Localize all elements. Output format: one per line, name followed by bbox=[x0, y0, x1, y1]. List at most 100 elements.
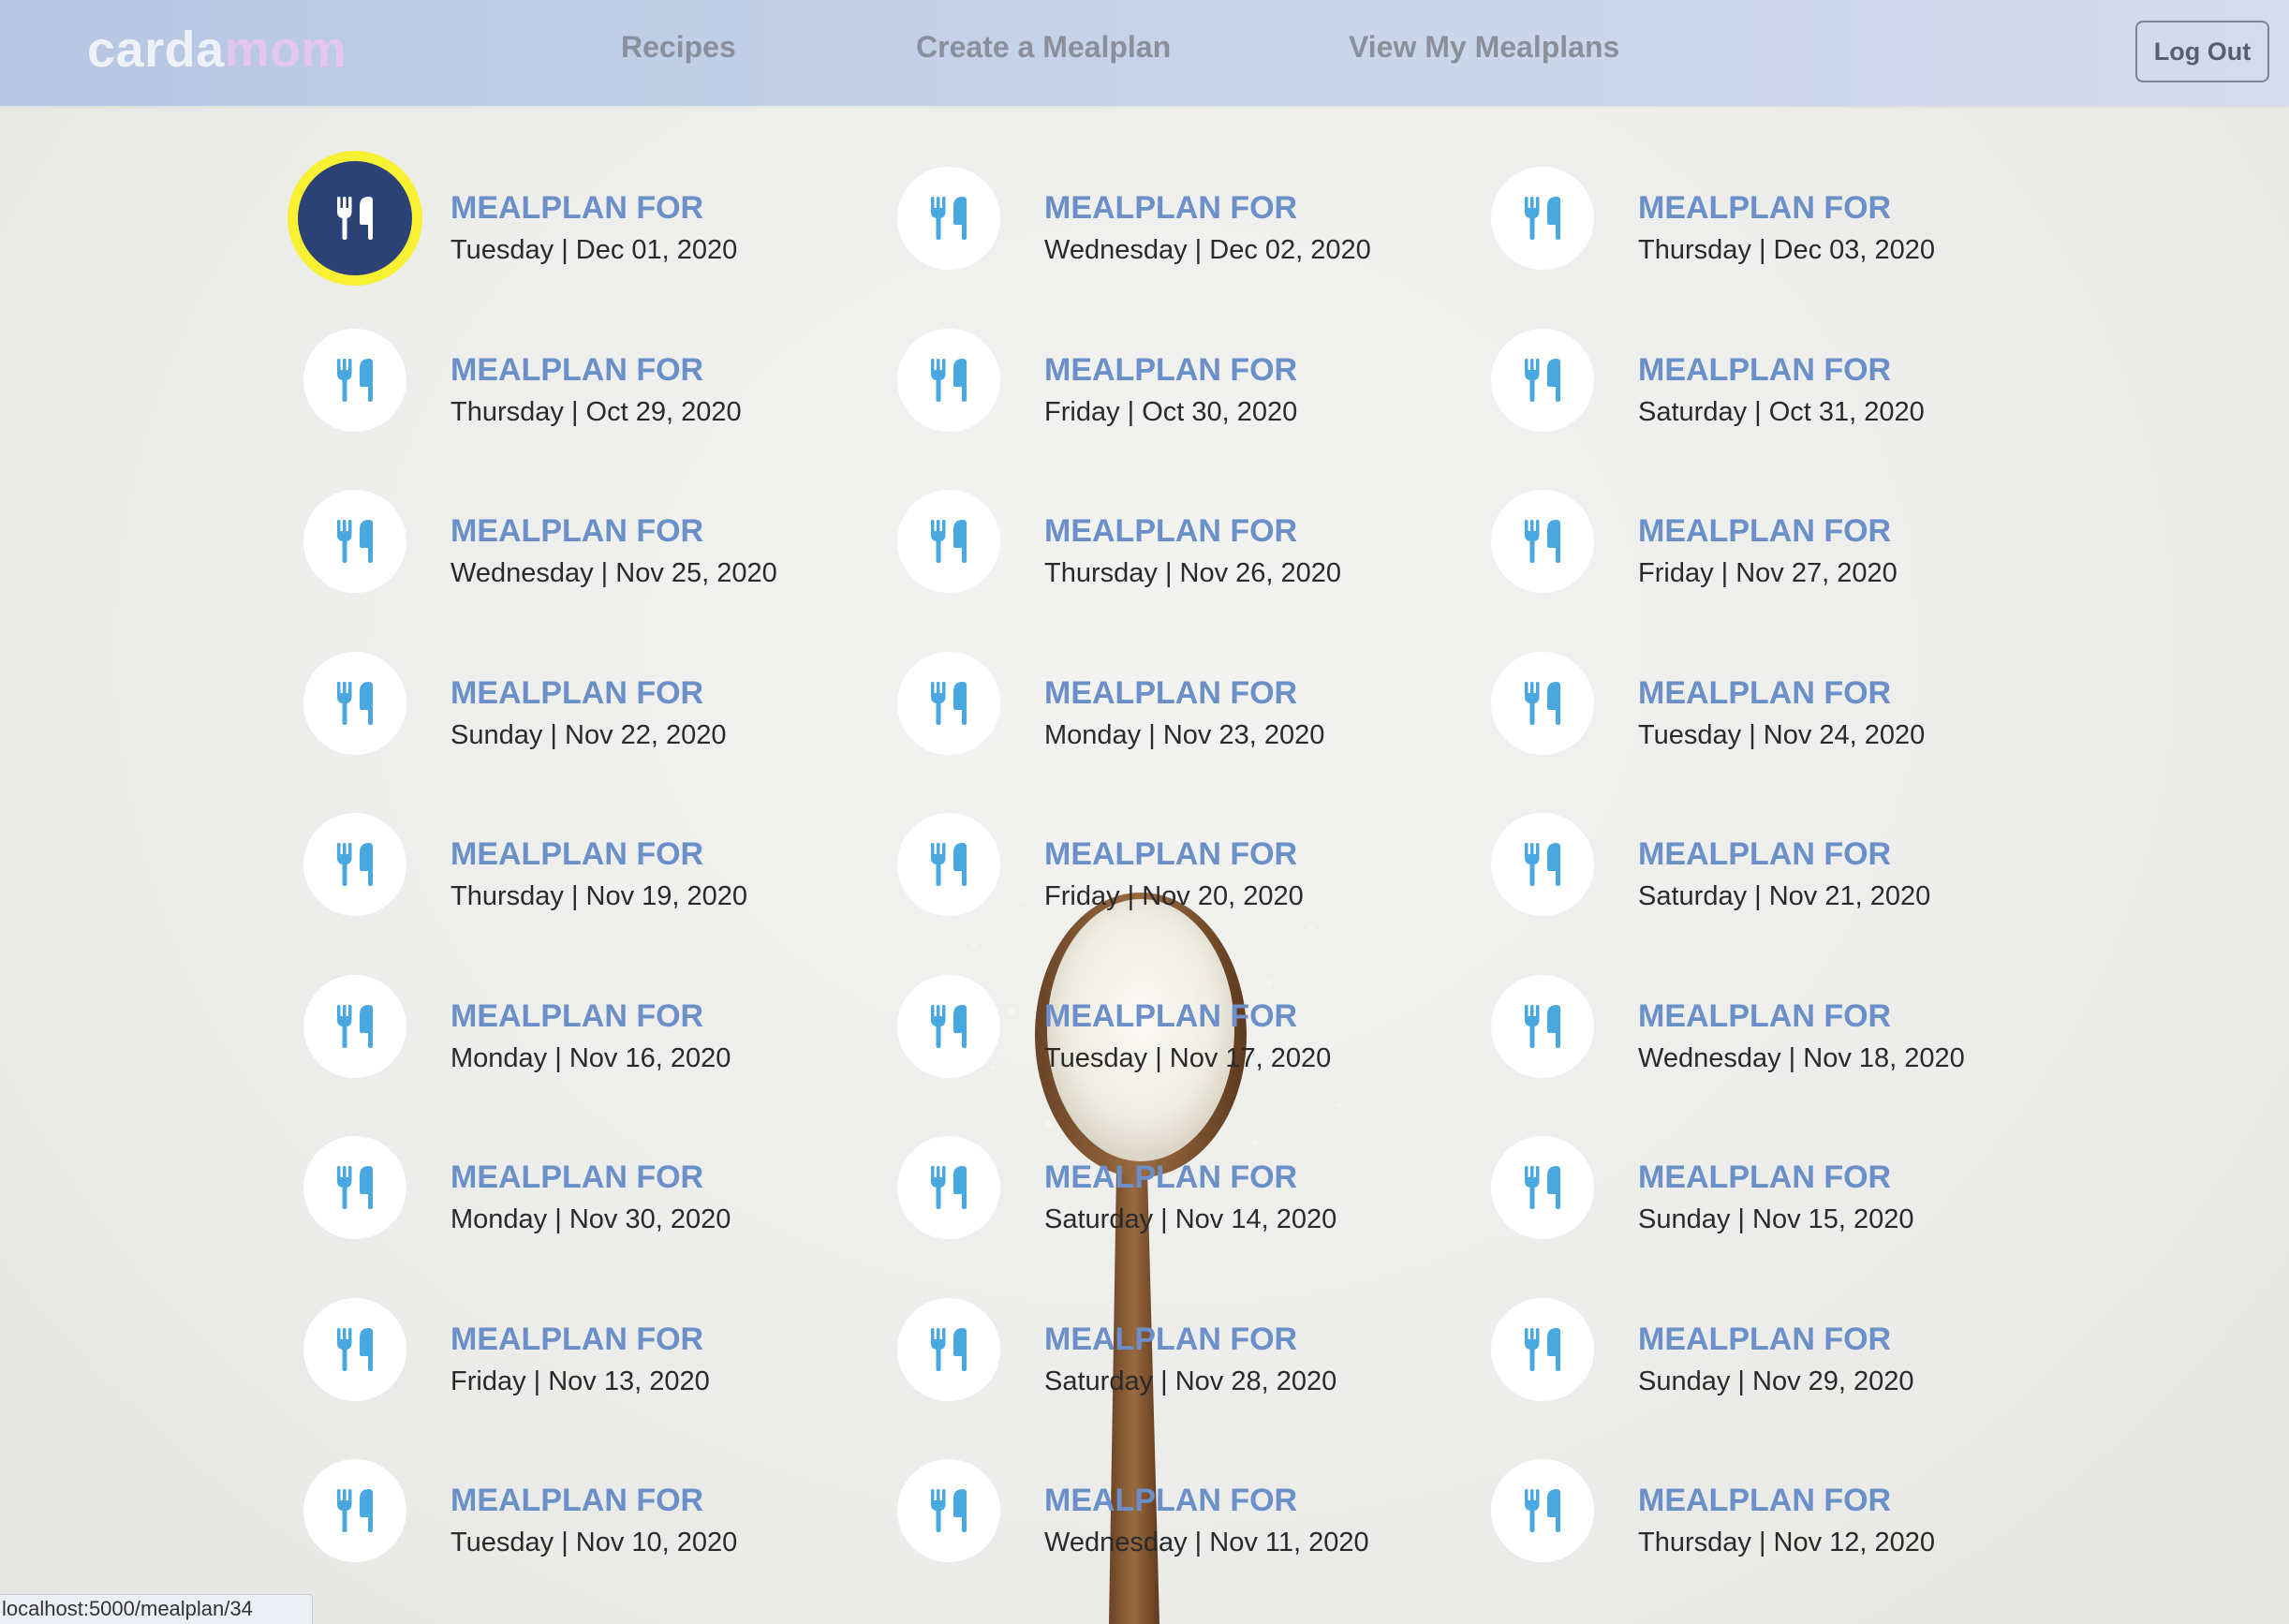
mealplan-icon-circle[interactable] bbox=[1491, 328, 1594, 432]
mealplan-title[interactable]: MEALPLAN FOR bbox=[450, 1159, 703, 1196]
mealplan-icon-circle[interactable] bbox=[897, 974, 1000, 1078]
mealplan-item[interactable]: MEALPLAN FOR Tuesday | Nov 17, 2020 bbox=[897, 974, 1491, 1137]
mealplan-item[interactable]: MEALPLAN FOR Friday | Oct 30, 2020 bbox=[897, 328, 1491, 491]
mealplan-item[interactable]: MEALPLAN FOR Sunday | Nov 15, 2020 bbox=[1491, 1136, 2016, 1298]
mealplan-title[interactable]: MEALPLAN FOR bbox=[450, 997, 703, 1035]
mealplan-icon-circle[interactable] bbox=[1491, 1459, 1594, 1562]
mealplan-title[interactable]: MEALPLAN FOR bbox=[1044, 351, 1297, 389]
utensils-icon bbox=[337, 520, 373, 563]
mealplan-item[interactable]: MEALPLAN FOR Friday | Nov 13, 2020 bbox=[303, 1297, 897, 1460]
mealplan-title[interactable]: MEALPLAN FOR bbox=[450, 835, 703, 873]
utensils-icon bbox=[1525, 358, 1560, 402]
mealplan-icon-circle[interactable] bbox=[1491, 974, 1594, 1078]
utensils-icon bbox=[931, 1166, 967, 1209]
mealplan-title[interactable]: MEALPLAN FOR bbox=[1638, 189, 1891, 227]
mealplan-icon-circle[interactable] bbox=[1491, 651, 1594, 755]
mealplan-icon-circle[interactable] bbox=[303, 1136, 406, 1239]
mealplan-title[interactable]: MEALPLAN FOR bbox=[450, 1482, 703, 1519]
mealplan-item[interactable]: MEALPLAN FOR Tuesday | Nov 10, 2020 bbox=[303, 1459, 897, 1621]
mealplan-title[interactable]: MEALPLAN FOR bbox=[1044, 997, 1297, 1035]
mealplan-item[interactable]: MEALPLAN FOR Sunday | Nov 22, 2020 bbox=[303, 651, 897, 814]
mealplan-item[interactable]: MEALPLAN FOR Saturday | Nov 14, 2020 bbox=[897, 1136, 1491, 1298]
mealplan-item[interactable]: MEALPLAN FOR Saturday | Oct 31, 2020 bbox=[1491, 328, 2016, 491]
mealplan-date: Wednesday | Nov 18, 2020 bbox=[1638, 1042, 1965, 1073]
mealplan-item[interactable]: MEALPLAN FOR Saturday | Nov 28, 2020 bbox=[897, 1297, 1491, 1460]
mealplan-icon-circle[interactable] bbox=[897, 328, 1000, 432]
mealplan-title[interactable]: MEALPLAN FOR bbox=[450, 189, 703, 227]
mealplan-item[interactable]: MEALPLAN FOR Monday | Nov 16, 2020 bbox=[303, 974, 897, 1137]
mealplan-title[interactable]: MEALPLAN FOR bbox=[1044, 835, 1297, 873]
mealplan-title[interactable]: MEALPLAN FOR bbox=[1638, 351, 1891, 389]
mealplan-item[interactable]: MEALPLAN FOR Monday | Nov 23, 2020 bbox=[897, 651, 1491, 814]
mealplan-date: Thursday | Nov 12, 2020 bbox=[1638, 1528, 1936, 1558]
mealplan-icon-circle[interactable] bbox=[303, 328, 406, 432]
mealplan-icon-circle[interactable] bbox=[1491, 1136, 1594, 1239]
mealplan-item[interactable]: MEALPLAN FOR Friday | Nov 27, 2020 bbox=[1491, 490, 2016, 652]
mealplan-item[interactable]: MEALPLAN FOR Thursday | Nov 19, 2020 bbox=[303, 813, 897, 975]
top-navbar: cardamom Recipes Create a Mealplan View … bbox=[0, 0, 2289, 106]
mealplan-item[interactable]: MEALPLAN FOR Saturday | Nov 21, 2020 bbox=[1491, 813, 2016, 975]
mealplan-icon-circle[interactable] bbox=[897, 1459, 1000, 1562]
mealplan-item[interactable]: MEALPLAN FOR Tuesday | Dec 01, 2020 bbox=[303, 167, 897, 329]
mealplan-icon-circle[interactable] bbox=[1491, 167, 1594, 270]
mealplan-date: Friday | Oct 30, 2020 bbox=[1044, 396, 1298, 427]
mealplan-title[interactable]: MEALPLAN FOR bbox=[1044, 1321, 1297, 1358]
mealplan-item[interactable]: MEALPLAN FOR Wednesday | Nov 18, 2020 bbox=[1491, 974, 2016, 1137]
brand-logo[interactable]: cardamom bbox=[87, 17, 347, 82]
mealplan-item[interactable]: MEALPLAN FOR Thursday | Nov 26, 2020 bbox=[897, 490, 1491, 652]
mealplan-date: Friday | Nov 13, 2020 bbox=[450, 1366, 710, 1396]
mealplan-title[interactable]: MEALPLAN FOR bbox=[1638, 997, 1891, 1035]
mealplan-item[interactable]: MEALPLAN FOR Friday | Nov 20, 2020 bbox=[897, 813, 1491, 975]
mealplan-title[interactable]: MEALPLAN FOR bbox=[1044, 512, 1297, 550]
mealplan-title[interactable]: MEALPLAN FOR bbox=[1638, 674, 1891, 712]
mealplan-icon-circle[interactable] bbox=[1491, 1297, 1594, 1401]
mealplan-title[interactable]: MEALPLAN FOR bbox=[1638, 1482, 1891, 1519]
mealplan-icon-circle[interactable] bbox=[897, 813, 1000, 916]
mealplan-title[interactable]: MEALPLAN FOR bbox=[1044, 674, 1297, 712]
mealplan-item[interactable]: MEALPLAN FOR Wednesday | Dec 02, 2020 bbox=[897, 167, 1491, 329]
mealplan-title[interactable]: MEALPLAN FOR bbox=[1044, 189, 1297, 227]
mealplan-date: Sunday | Nov 29, 2020 bbox=[1638, 1366, 1914, 1396]
mealplan-item[interactable]: MEALPLAN FOR Thursday | Oct 29, 2020 bbox=[303, 328, 897, 491]
mealplan-item[interactable]: MEALPLAN FOR Tuesday | Nov 24, 2020 bbox=[1491, 651, 2016, 814]
mealplan-icon-circle[interactable] bbox=[1491, 490, 1594, 593]
mealplan-icon-circle[interactable] bbox=[897, 1136, 1000, 1239]
mealplan-title[interactable]: MEALPLAN FOR bbox=[1044, 1482, 1297, 1519]
mealplan-title[interactable]: MEALPLAN FOR bbox=[1044, 1159, 1297, 1196]
mealplan-title[interactable]: MEALPLAN FOR bbox=[450, 512, 703, 550]
mealplan-item[interactable]: MEALPLAN FOR Sunday | Nov 29, 2020 bbox=[1491, 1297, 2016, 1460]
mealplan-icon-circle[interactable] bbox=[303, 974, 406, 1078]
mealplan-item[interactable]: MEALPLAN FOR Thursday | Dec 03, 2020 bbox=[1491, 167, 2016, 329]
mealplan-title[interactable]: MEALPLAN FOR bbox=[1638, 835, 1891, 873]
mealplan-title[interactable]: MEALPLAN FOR bbox=[1638, 1321, 1891, 1358]
mealplan-item[interactable]: MEALPLAN FOR Thursday | Nov 12, 2020 bbox=[1491, 1459, 2016, 1621]
mealplan-title[interactable]: MEALPLAN FOR bbox=[450, 674, 703, 712]
mealplan-date: Thursday | Oct 29, 2020 bbox=[450, 396, 742, 427]
mealplan-icon-circle[interactable] bbox=[303, 813, 406, 916]
mealplan-icon-circle[interactable] bbox=[897, 651, 1000, 755]
mealplan-icon-circle[interactable] bbox=[303, 651, 406, 755]
mealplan-title[interactable]: MEALPLAN FOR bbox=[1638, 1159, 1891, 1196]
mealplan-title[interactable]: MEALPLAN FOR bbox=[450, 351, 703, 389]
mealplan-title[interactable]: MEALPLAN FOR bbox=[1638, 512, 1891, 550]
mealplan-icon-circle[interactable] bbox=[303, 490, 406, 593]
mealplan-icon-circle[interactable] bbox=[303, 1297, 406, 1401]
mealplan-icon-circle[interactable] bbox=[303, 1459, 406, 1562]
mealplan-item[interactable]: MEALPLAN FOR Monday | Nov 30, 2020 bbox=[303, 1136, 897, 1298]
mealplan-item[interactable]: MEALPLAN FOR Wednesday | Nov 11, 2020 bbox=[897, 1459, 1491, 1621]
mealplan-title[interactable]: MEALPLAN FOR bbox=[450, 1321, 703, 1358]
nav-recipes-link[interactable]: Recipes bbox=[621, 28, 736, 66]
mealplan-icon-circle[interactable] bbox=[897, 1297, 1000, 1401]
mealplan-icon-circle[interactable] bbox=[308, 171, 402, 265]
mealplan-item[interactable]: MEALPLAN FOR Wednesday | Nov 25, 2020 bbox=[303, 490, 897, 652]
logout-button[interactable]: Log Out bbox=[2135, 21, 2269, 82]
utensils-icon bbox=[337, 197, 373, 240]
mealplan-icon-circle[interactable] bbox=[897, 167, 1000, 270]
utensils-icon bbox=[337, 358, 373, 402]
mealplan-icon-circle[interactable] bbox=[1491, 813, 1594, 916]
nav-create-mealplan-link[interactable]: Create a Mealplan bbox=[916, 28, 1171, 66]
mealplan-date: Saturday | Nov 14, 2020 bbox=[1044, 1204, 1337, 1234]
nav-view-mealplans-link[interactable]: View My Mealplans bbox=[1349, 28, 1619, 66]
mealplan-date: Wednesday | Nov 25, 2020 bbox=[450, 558, 777, 588]
mealplan-icon-circle[interactable] bbox=[897, 490, 1000, 593]
